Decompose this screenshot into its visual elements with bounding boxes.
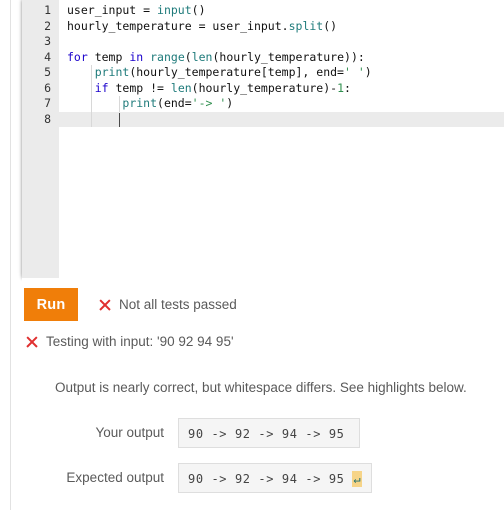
code-line[interactable]: 2 hourly_temperature = user_input.split(… [22, 19, 504, 35]
code-line-text: for temp in range(len(hourly_temperature… [67, 49, 365, 64]
diff-message: Output is nearly correct, but whitespace… [55, 380, 467, 395]
line-number: 8 [44, 111, 51, 126]
overall-status-label: Not all tests passed [119, 297, 237, 312]
x-mark-icon [24, 334, 39, 349]
code-line[interactable]: 1 user_input = input() [22, 3, 504, 19]
test-results-region: Run Not all tests passed Testing with in… [22, 278, 504, 510]
code-line[interactable]: 3 [22, 34, 504, 50]
code-line[interactable]: 7 print(end='-> ') [22, 96, 504, 112]
line-number: 4 [44, 49, 51, 64]
line-number: 2 [44, 18, 51, 33]
code-line[interactable]: 4 for temp in range(len(hourly_temperatu… [22, 50, 504, 66]
line-number: 6 [44, 80, 51, 95]
indent-guide [91, 111, 92, 127]
expected-output-value: 90 -> 92 -> 94 -> 95 ↵ [178, 463, 373, 493]
code-line-text: if temp != len(hourly_temperature)-1: [94, 80, 351, 95]
whitespace-newline-marker: ↵ [352, 471, 363, 487]
line-number: 1 [44, 3, 51, 17]
code-line[interactable]: 5 print(hourly_temperature[temp], end=' … [22, 65, 504, 81]
line-number: 5 [44, 65, 51, 79]
code-editor-scroll-area[interactable]: 1 user_input = input() 2 hourly_temperat… [22, 0, 504, 278]
run-button[interactable]: Run [24, 288, 78, 321]
your-output-label: Your output [95, 425, 164, 440]
overall-status: Not all tests passed [97, 297, 237, 312]
your-output-value: 90 -> 92 -> 94 -> 95 [178, 418, 360, 448]
your-output-row: Your output 90 -> 92 -> 94 -> 95 [22, 418, 360, 448]
expected-output-row: Expected output 90 -> 92 -> 94 -> 95 ↵ [22, 463, 373, 493]
expected-output-label: Expected output [66, 470, 164, 485]
code-text-area[interactable]: 1 user_input = input() 2 hourly_temperat… [22, 3, 504, 127]
code-line-text: print(end='-> ') [122, 96, 234, 110]
code-line-text: user_input = input() [67, 3, 206, 17]
code-line-text: print(hourly_temperature[temp], end=' ') [94, 65, 372, 79]
code-line-active[interactable]: 8 [22, 111, 504, 127]
page-left-rule [10, 0, 11, 510]
x-mark-icon [97, 297, 112, 312]
code-exercise-page: 1 user_input = input() 2 hourly_temperat… [0, 0, 504, 510]
line-number: 3 [44, 34, 51, 48]
code-editor-panel[interactable]: 1 user_input = input() 2 hourly_temperat… [22, 0, 504, 278]
code-line[interactable]: 6 if temp != len(hourly_temperature)-1: [22, 80, 504, 96]
text-caret [119, 112, 120, 127]
expected-output-text: 90 -> 92 -> 94 -> 95 [188, 472, 353, 486]
run-row: Run Not all tests passed [24, 288, 237, 321]
line-number: 7 [44, 96, 51, 110]
code-line-text: hourly_temperature = user_input.split() [67, 18, 338, 33]
test-case-row: Testing with input: '90 92 94 95' [24, 334, 234, 349]
test-case-label: Testing with input: '90 92 94 95' [46, 334, 234, 349]
